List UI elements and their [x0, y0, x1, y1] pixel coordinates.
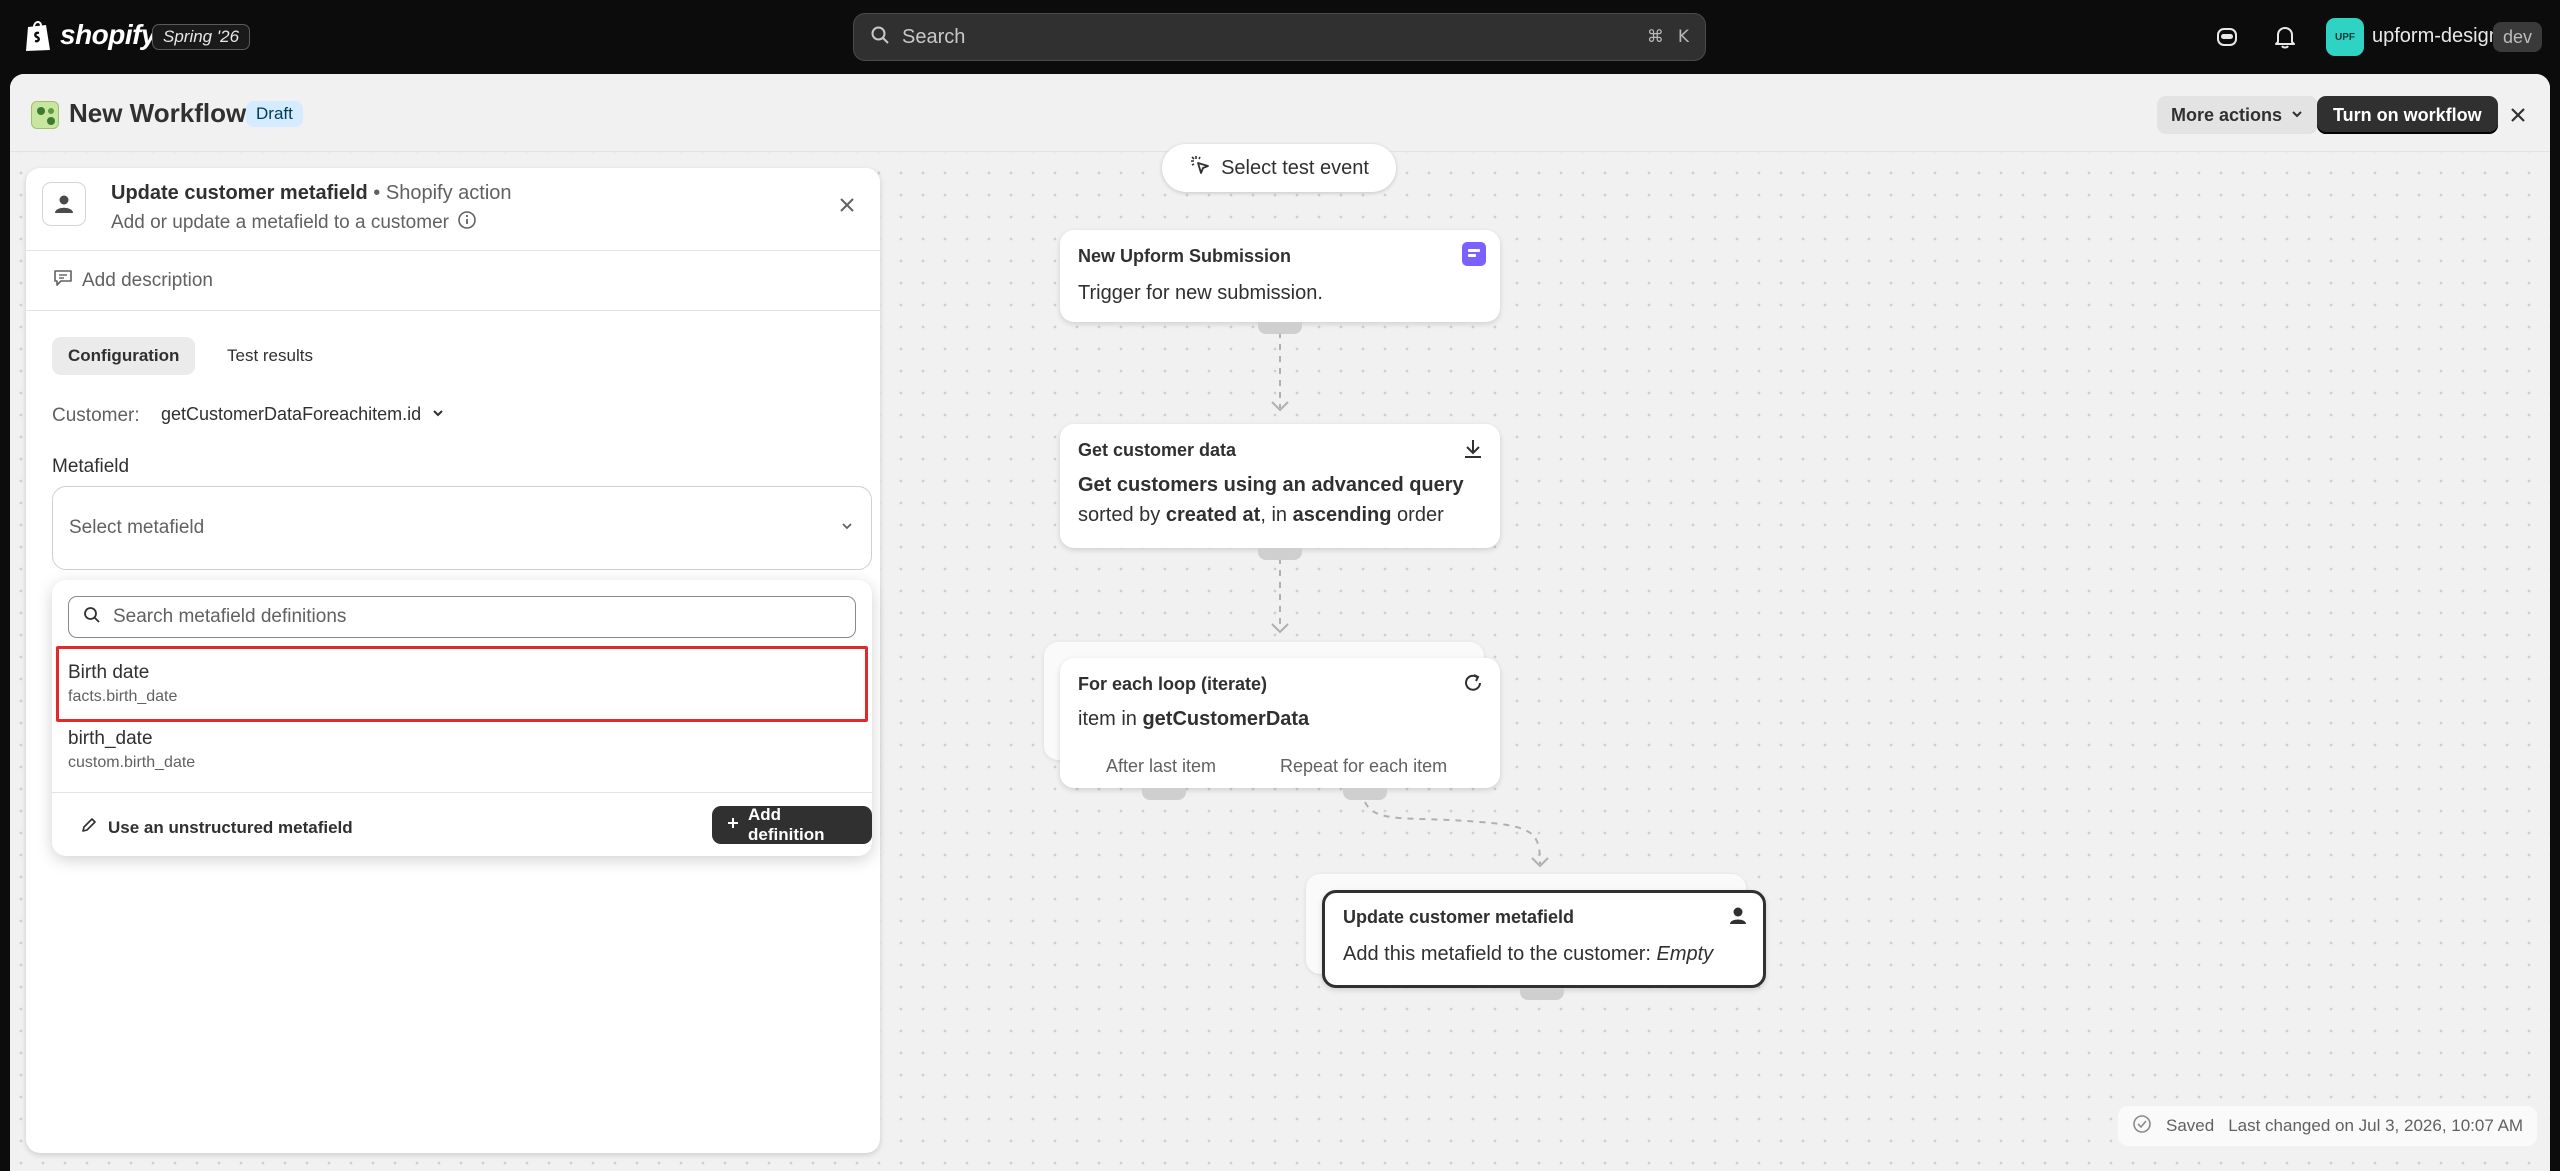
- comment-icon: [52, 268, 74, 294]
- refresh-icon: [1460, 670, 1486, 696]
- branch-repeat-each-item[interactable]: Repeat for each item: [1280, 756, 1447, 777]
- tab-test-results[interactable]: Test results: [211, 337, 329, 375]
- sidekick-icon[interactable]: [2212, 22, 2242, 52]
- node-title: New Upform Submission: [1078, 246, 1292, 266]
- shortcut-mod: ⌘: [1646, 27, 1664, 47]
- node-body-query: Get customers using an advanced query: [1078, 474, 1464, 496]
- node-body: item in getCustomerData: [1078, 704, 1309, 734]
- action-config-panel: Update customer metafield • Shopify acti…: [26, 168, 880, 1153]
- customer-variable-picker[interactable]: getCustomerDataForeachitem.id: [161, 404, 445, 425]
- divider: [26, 310, 880, 311]
- node-body-value: Empty: [1656, 943, 1714, 965]
- node-connector-nub: [1258, 548, 1302, 560]
- node-body-sort-order: ascending: [1292, 504, 1392, 526]
- chevron-down-icon: [431, 404, 445, 425]
- upform-app-icon: [1462, 242, 1486, 266]
- metafield-select[interactable]: Select metafield: [52, 486, 872, 570]
- tab-configuration[interactable]: Configuration: [52, 337, 196, 375]
- action-name: Update customer metafield: [111, 182, 368, 204]
- highlight-box: [56, 646, 868, 722]
- info-icon[interactable]: [457, 210, 477, 236]
- panel-title: Update customer metafield • Shopify acti…: [111, 182, 512, 205]
- divider: [26, 250, 880, 251]
- customer-variable-value: getCustomerDataForeachitem.id: [161, 404, 422, 424]
- add-definition-button[interactable]: Add definition: [712, 805, 872, 844]
- last-changed-label: Last changed on Jul 3, 2026, 10:07 AM: [2228, 1116, 2524, 1135]
- shopify-bag-icon: [24, 18, 52, 52]
- for-each-loop-node[interactable]: For each loop (iterate) item in getCusto…: [1060, 658, 1500, 788]
- search-icon: [870, 25, 890, 50]
- node-connector-nub: [1343, 788, 1387, 800]
- pencil-icon: [80, 816, 98, 839]
- search-placeholder: Search: [902, 25, 966, 48]
- node-body-text: , in: [1260, 504, 1293, 526]
- add-description-button[interactable]: Add description: [52, 268, 213, 294]
- divider: [52, 792, 872, 793]
- check-circle-icon: [2132, 1114, 2152, 1139]
- node-body-collection: getCustomerData: [1142, 708, 1310, 730]
- get-customer-data-node[interactable]: Get customer data Get customers using an…: [1060, 424, 1500, 548]
- global-search[interactable]: Search ⌘ K: [853, 13, 1706, 61]
- saved-label: Saved: [2166, 1116, 2215, 1135]
- node-body: Add this metafield to the customer: Empt…: [1343, 939, 1713, 969]
- notifications-bell-icon[interactable]: [2270, 22, 2300, 52]
- metafield-label: Metafield: [52, 456, 130, 477]
- shortcut-key: K: [1677, 27, 1689, 47]
- brand-name: shopify: [60, 19, 157, 50]
- panel-subtitle-text: Add or update a metafield to a customer: [111, 212, 449, 233]
- title-separator: •: [373, 182, 381, 204]
- metafield-select-placeholder: Select metafield: [69, 517, 205, 538]
- customer-label: Customer:: [52, 405, 140, 426]
- node-title: Get customer data: [1078, 440, 1237, 460]
- workflow-editor: New Workflow Draft More actions Turn on …: [10, 74, 2550, 1171]
- chevron-down-icon: [839, 518, 855, 539]
- panel-subtitle: Add or update a metafield to a customer: [111, 210, 477, 236]
- node-body-text: sorted by: [1078, 504, 1166, 526]
- env-badge: dev: [2493, 22, 2543, 52]
- branch-after-last-item[interactable]: After last item: [1106, 756, 1216, 777]
- save-status: Saved Last changed on Jul 3, 2026, 10:07…: [2118, 1106, 2538, 1146]
- option-key: custom.birth_date: [68, 754, 196, 771]
- metafield-dropdown: Search metafield definitions Birth date …: [52, 580, 872, 856]
- node-body-text: order: [1391, 504, 1444, 526]
- plus-icon: [726, 815, 740, 835]
- metafield-search-input[interactable]: Search metafield definitions: [68, 596, 856, 638]
- node-body-text: item in: [1078, 708, 1143, 730]
- option-name: birth_date: [68, 728, 153, 749]
- search-icon: [83, 606, 101, 629]
- metafield-option[interactable]: birth_date custom.birth_date: [52, 728, 872, 772]
- download-icon: [1460, 436, 1486, 462]
- edition-badge[interactable]: Spring '26: [152, 24, 251, 50]
- node-title: For each loop (iterate): [1078, 674, 1268, 694]
- node-connector-nub: [1142, 788, 1186, 800]
- node-body-text: Add this metafield to the customer:: [1343, 943, 1657, 965]
- person-icon: [42, 182, 86, 226]
- trigger-node[interactable]: New Upform Submission Trigger for new su…: [1060, 230, 1500, 322]
- add-definition-label: Add definition: [748, 805, 825, 844]
- store-name[interactable]: upform-design: [2372, 25, 2500, 48]
- metafield-search-placeholder: Search metafield definitions: [113, 606, 347, 627]
- node-connector-nub: [1520, 988, 1564, 1000]
- node-body: Get customers using an advanced query so…: [1078, 470, 1464, 530]
- use-unstructured-label: Use an unstructured metafield: [108, 817, 353, 837]
- node-connector-nub: [1258, 322, 1302, 334]
- node-body: Trigger for new submission.: [1078, 282, 1323, 304]
- node-body-sort-field: created at: [1165, 504, 1261, 526]
- add-description-label: Add description: [82, 270, 213, 291]
- top-bar: shopify Spring '26 Search ⌘ K UPF upform…: [0, 0, 2560, 74]
- close-panel-icon[interactable]: [836, 194, 858, 216]
- person-icon: [1725, 903, 1751, 929]
- node-title: Update customer metafield: [1343, 907, 1575, 927]
- update-customer-metafield-node[interactable]: Update customer metafield Add this metaf…: [1322, 890, 1766, 988]
- action-type: Shopify action: [385, 182, 512, 204]
- shopify-logo[interactable]: shopify: [24, 18, 157, 52]
- store-avatar[interactable]: UPF: [2326, 18, 2364, 56]
- use-unstructured-metafield-button[interactable]: Use an unstructured metafield: [80, 816, 353, 839]
